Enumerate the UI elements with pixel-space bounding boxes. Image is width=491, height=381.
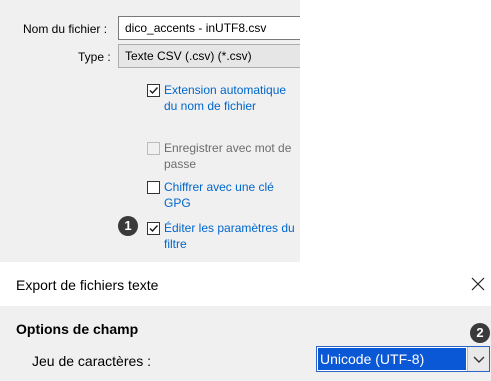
charset-select[interactable]: Unicode (UTF-8) [316,346,490,372]
filename-input[interactable]: dico_accents - inUTF8.csv [118,16,300,40]
auto-extension-checkbox[interactable] [147,84,160,97]
step-badge-2: 2 [470,323,490,343]
checkmark-icon [149,87,159,95]
gpg-encrypt-label: Chiffrer avec une clé GPG [164,180,274,210]
field-options-panel: Options de champ Jeu de caractères : 2 U… [0,306,491,381]
charset-dropdown-button[interactable] [467,347,489,371]
checkmark-icon [149,225,159,233]
edit-filter-checkbox[interactable] [147,222,160,235]
save-password-label: Enregistrer avec mot de passe [164,141,292,171]
chevron-down-icon [473,356,485,363]
edit-filter-label: Éditer les paramètres du filtre [164,221,295,251]
filename-label: Nom du fichier : [23,22,108,36]
save-password-checkbox [147,142,160,155]
step-badge-1: 1 [118,216,138,236]
auto-extension-label: Extension automatique du nom de fichier [164,83,287,113]
section-title: Options de champ [16,321,139,337]
file-type-select[interactable]: Texte CSV (.csv) (*.csv) [118,44,300,68]
close-icon[interactable] [470,276,486,292]
save-dialog-panel: Nom du fichier : dico_accents - inUTF8.c… [0,0,300,262]
export-dialog-title: Export de fichiers texte [16,277,159,293]
gpg-encrypt-checkbox[interactable] [147,181,160,194]
charset-label: Jeu de caractères : [32,353,152,369]
charset-selected-value: Unicode (UTF-8) [318,348,466,370]
file-type-label: Type : [78,50,111,64]
